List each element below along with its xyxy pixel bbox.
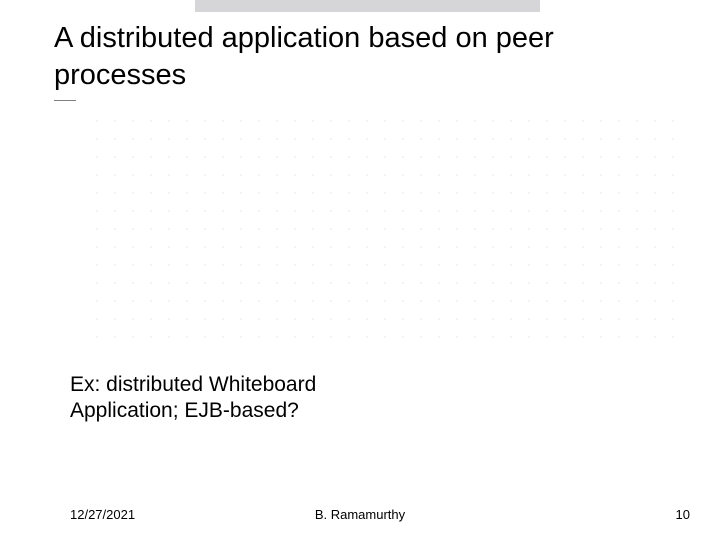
slide-title: A distributed application based on peer … — [54, 20, 654, 94]
slide: A distributed application based on peer … — [0, 0, 720, 540]
example-text: Ex: distributed Whiteboard Application; … — [70, 372, 350, 423]
title-underline — [54, 100, 76, 101]
content-placeholder-grid — [88, 112, 688, 352]
footer-page-number: 10 — [676, 507, 690, 522]
footer-author: B. Ramamurthy — [0, 507, 720, 522]
top-accent-bar — [195, 0, 540, 12]
footer: 12/27/2021 B. Ramamurthy 10 — [0, 502, 720, 522]
